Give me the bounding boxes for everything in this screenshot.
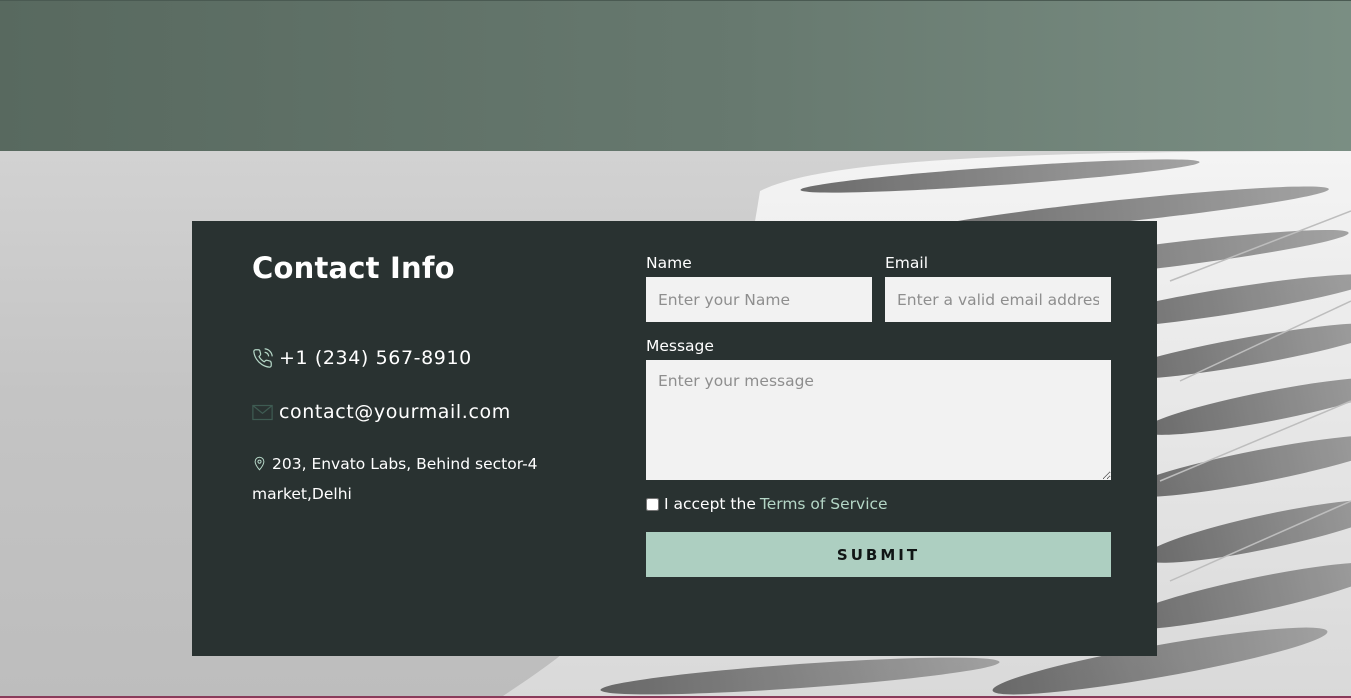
contact-card: Contact Info +1 (234) 567-8910 contact@y…: [192, 221, 1157, 656]
terms-row: I accept the Terms of Service: [646, 495, 888, 513]
terms-checkbox[interactable]: [646, 497, 659, 511]
name-label: Name: [646, 254, 692, 272]
email-input[interactable]: [885, 277, 1111, 322]
message-label: Message: [646, 337, 714, 355]
envelope-icon: [252, 404, 273, 421]
contact-phone-text: +1 (234) 567-8910: [279, 347, 472, 369]
contact-phone[interactable]: +1 (234) 567-8910: [252, 347, 472, 369]
terms-prefix-text: I accept the: [664, 495, 756, 513]
contact-email-text: contact@yourmail.com: [279, 401, 511, 423]
page: Contact Info +1 (234) 567-8910 contact@y…: [0, 0, 1351, 698]
contact-info-title: Contact Info: [252, 251, 455, 285]
phone-icon: [252, 347, 273, 369]
contact-address: 203, Envato Labs, Behind sector-4 market…: [252, 451, 552, 508]
name-input[interactable]: [646, 277, 872, 322]
map-pin-icon: [252, 454, 267, 481]
contact-form: Name Email Message I accept the Terms of…: [646, 221, 1111, 656]
contact-email[interactable]: contact@yourmail.com: [252, 401, 511, 423]
message-textarea[interactable]: [646, 360, 1111, 480]
header-band: [0, 0, 1351, 151]
submit-button[interactable]: SUBMIT: [646, 532, 1111, 577]
terms-of-service-link[interactable]: Terms of Service: [760, 495, 888, 513]
contact-address-text: 203, Envato Labs, Behind sector-4 market…: [252, 455, 538, 503]
email-label: Email: [885, 254, 929, 272]
